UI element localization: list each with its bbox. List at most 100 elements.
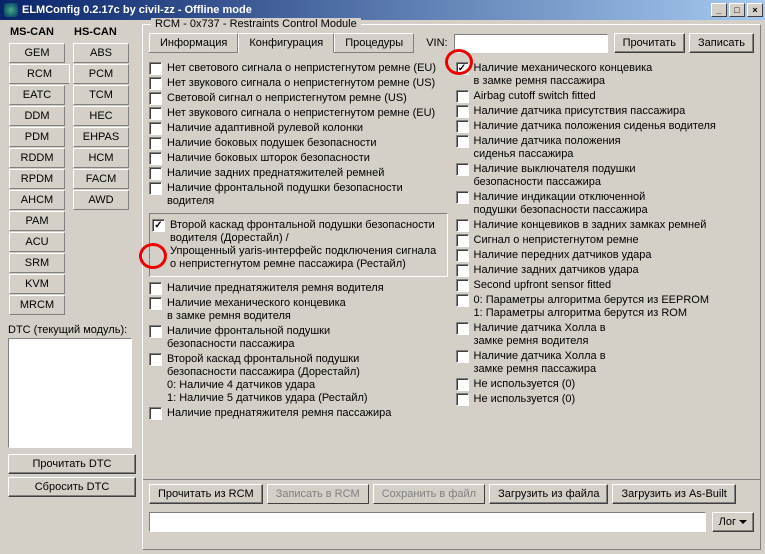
- checkbox-label: Наличие датчика присутствия пассажира: [474, 105, 755, 118]
- ms-can-column: MS-CAN GEMRCMEATCDDMPDMRDDMRPDMAHCMPAMAC…: [4, 24, 68, 316]
- checkbox-label: Наличие выключателя подушки безопасности…: [474, 163, 755, 189]
- checkbox[interactable]: [456, 393, 469, 406]
- checkbox[interactable]: [149, 77, 162, 90]
- module-tab-pcm[interactable]: PCM: [73, 64, 129, 84]
- dtc-label: DTC (текущий модуль):: [8, 324, 136, 336]
- checkbox[interactable]: [456, 279, 469, 292]
- tab-procedures[interactable]: Процедуры: [334, 33, 414, 52]
- checkbox[interactable]: [456, 350, 469, 363]
- log-button[interactable]: Лог: [712, 512, 754, 532]
- read-dtc-button[interactable]: Прочитать DTC: [8, 454, 136, 474]
- checkbox-label: Наличие концевиков в задних замках ремне…: [474, 219, 755, 232]
- module-tab-hec[interactable]: HEC: [73, 106, 129, 126]
- maximize-button[interactable]: □: [729, 3, 745, 17]
- checkbox[interactable]: [456, 120, 469, 133]
- module-tab-hcm[interactable]: HCM: [73, 148, 129, 168]
- save-to-file-button[interactable]: Сохранить в файл: [373, 484, 485, 504]
- module-tab-ddm[interactable]: DDM: [9, 106, 65, 126]
- module-tab-tcm[interactable]: TCM: [73, 85, 129, 105]
- checkbox-label: Не используется (0): [474, 393, 755, 406]
- checkbox[interactable]: [149, 137, 162, 150]
- checkbox[interactable]: [456, 62, 469, 75]
- module-tab-eatc[interactable]: EATC: [9, 85, 65, 105]
- load-from-file-button[interactable]: Загрузить из файла: [489, 484, 608, 504]
- checkbox[interactable]: [149, 167, 162, 180]
- checkbox-label: Наличие механического концевика в замке …: [474, 62, 755, 88]
- read-button[interactable]: Прочитать: [614, 33, 685, 53]
- close-button[interactable]: ×: [747, 3, 763, 17]
- module-tab-rcm[interactable]: RCM: [9, 64, 70, 84]
- module-tab-ehpas[interactable]: EHPAS: [73, 127, 129, 147]
- module-tab-kvm[interactable]: KVM: [9, 274, 65, 294]
- checkbox-label: Наличие механического концевика в замке …: [167, 297, 448, 323]
- checkbox[interactable]: [456, 294, 469, 307]
- vin-input[interactable]: [454, 34, 608, 53]
- checkbox[interactable]: [456, 90, 469, 103]
- checkbox[interactable]: [149, 297, 162, 310]
- read-from-rcm-button[interactable]: Прочитать из RCM: [149, 484, 263, 504]
- write-to-rcm-button[interactable]: Записать в RCM: [267, 484, 369, 504]
- module-tabs: Информация Конфигурация Процедуры: [149, 33, 414, 53]
- checkbox-label: Второй каскад фронтальной подушки безопа…: [167, 353, 448, 405]
- ms-can-label: MS-CAN: [4, 24, 68, 42]
- checkbox-label: Наличие передних датчиков удара: [474, 249, 755, 262]
- minimize-button[interactable]: _: [711, 3, 727, 17]
- checkbox[interactable]: [456, 322, 469, 335]
- window-title: ELMConfig 0.2.17c by civil-zz - Offline …: [22, 4, 252, 16]
- module-tab-facm[interactable]: FACM: [73, 169, 129, 189]
- config-subgroup: Второй каскад фронтальной подушки безопа…: [149, 213, 448, 277]
- reset-dtc-button[interactable]: Сбросить DTC: [8, 477, 136, 497]
- load-from-asbuilt-button[interactable]: Загрузить из As-Built: [612, 484, 735, 504]
- checkbox-label: Световой сигнал о непристегнутом ремне (…: [167, 92, 448, 105]
- checkbox[interactable]: [456, 249, 469, 262]
- checkbox[interactable]: [456, 105, 469, 118]
- config-action-row: Прочитать из RCM Записать в RCM Сохранит…: [143, 479, 760, 508]
- checkbox[interactable]: [149, 122, 162, 135]
- checkbox-label: Наличие боковых шторок безопасности: [167, 152, 448, 165]
- checkbox[interactable]: [456, 234, 469, 247]
- checkbox-label: Наличие боковых подушек безопасности: [167, 137, 448, 150]
- footer: Лог: [143, 508, 760, 536]
- checkbox[interactable]: [456, 163, 469, 176]
- checkbox-label: Наличие датчика положения сиденья водите…: [474, 120, 755, 133]
- module-tab-mrcm[interactable]: MRCM: [9, 295, 65, 315]
- tab-configuration[interactable]: Конфигурация: [238, 33, 334, 53]
- checkbox-label: Второй каскад фронтальной подушки безопа…: [170, 219, 443, 271]
- module-tab-gem[interactable]: GEM: [9, 43, 65, 63]
- checkbox[interactable]: [149, 152, 162, 165]
- module-title: RCM - 0x737 - Restraints Control Module: [151, 18, 361, 30]
- checkbox[interactable]: [149, 353, 162, 366]
- module-tab-srm[interactable]: SRM: [9, 253, 65, 273]
- module-tab-ahcm[interactable]: AHCM: [9, 190, 65, 210]
- checkbox-label: Нет светового сигнала о непристегнутом р…: [167, 62, 448, 75]
- module-tab-pam[interactable]: PAM: [9, 211, 65, 231]
- module-tab-abs[interactable]: ABS: [73, 43, 129, 63]
- checkbox-label: Наличие датчика Холла в замке ремня води…: [474, 322, 755, 348]
- checkbox[interactable]: [456, 135, 469, 148]
- checkbox[interactable]: [149, 92, 162, 105]
- checkbox[interactable]: [149, 107, 162, 120]
- checkbox[interactable]: [149, 182, 162, 195]
- checkbox-label: Airbag cutoff switch fitted: [474, 90, 755, 103]
- checkbox-label: Сигнал о непристегнутом ремне: [474, 234, 755, 247]
- hs-can-column: HS-CAN ABSPCMTCMHECEHPASHCMFACMAWD: [68, 24, 132, 316]
- checkbox[interactable]: [456, 191, 469, 204]
- checkbox-label: Наличие адаптивной рулевой колонки: [167, 122, 448, 135]
- checkbox-yaris-interface[interactable]: [152, 219, 165, 232]
- dtc-list[interactable]: [8, 338, 132, 448]
- checkbox[interactable]: [149, 62, 162, 75]
- checkbox-label: Наличие задних датчиков удара: [474, 264, 755, 277]
- checkbox[interactable]: [149, 282, 162, 295]
- tab-information[interactable]: Информация: [149, 33, 238, 52]
- module-tab-rpdm[interactable]: RPDM: [9, 169, 65, 189]
- module-tab-awd[interactable]: AWD: [73, 190, 129, 210]
- checkbox[interactable]: [149, 325, 162, 338]
- checkbox[interactable]: [456, 219, 469, 232]
- module-tab-rddm[interactable]: RDDM: [9, 148, 65, 168]
- module-tab-pdm[interactable]: PDM: [9, 127, 65, 147]
- write-button[interactable]: Записать: [689, 33, 754, 53]
- checkbox[interactable]: [456, 264, 469, 277]
- checkbox[interactable]: [149, 407, 162, 420]
- checkbox[interactable]: [456, 378, 469, 391]
- module-tab-acu[interactable]: ACU: [9, 232, 65, 252]
